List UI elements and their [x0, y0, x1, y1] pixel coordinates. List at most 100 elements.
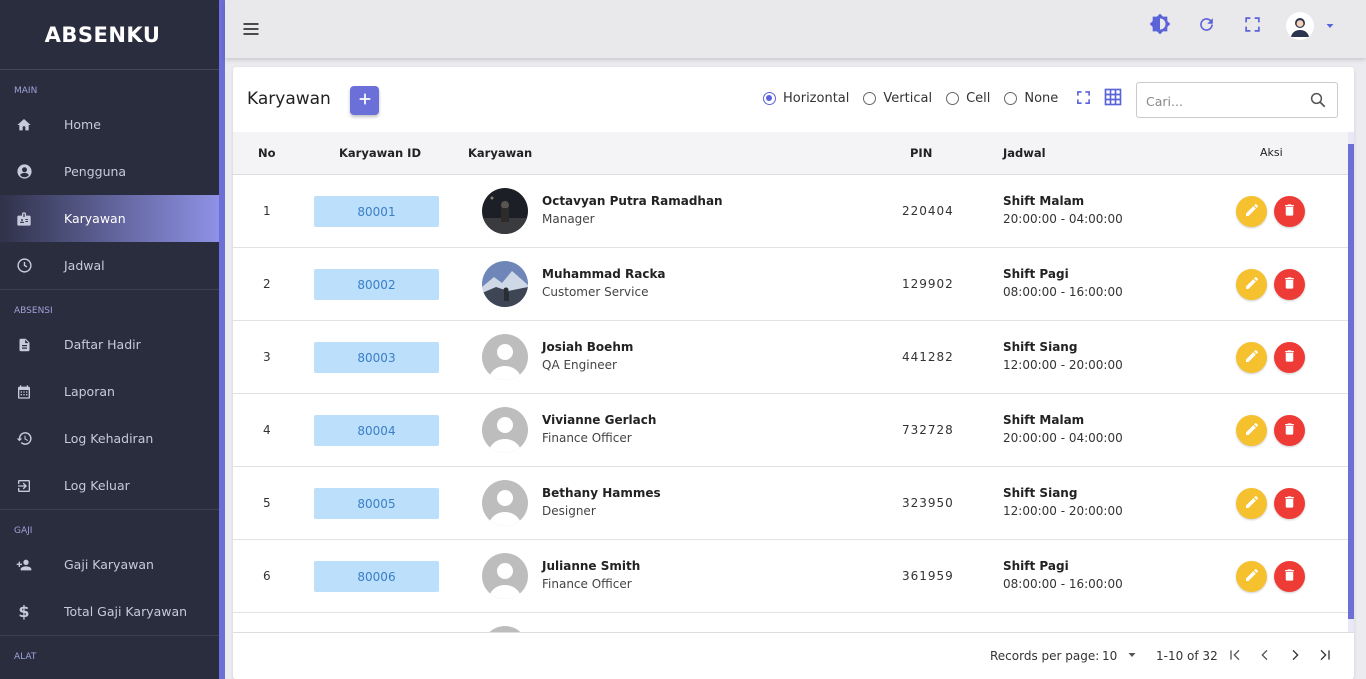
brightness-icon: [1149, 13, 1171, 39]
delete-button[interactable]: [1274, 269, 1305, 300]
employee-role: Manager: [542, 212, 595, 226]
first-page-button[interactable]: [1225, 646, 1245, 666]
edit-button[interactable]: [1236, 561, 1267, 592]
employee-avatar: [482, 261, 528, 307]
last-page-icon: [1317, 647, 1333, 666]
table-fullscreen-button[interactable]: [1073, 89, 1093, 109]
radio-cell[interactable]: Cell: [946, 91, 990, 106]
grid-lines-options: Horizontal Vertical Cell None: [763, 91, 1072, 106]
employee-id-badge: 80006: [314, 561, 439, 592]
records-per-page-select[interactable]: 10: [1102, 649, 1117, 663]
trash-icon: [1282, 494, 1297, 513]
home-icon: [14, 115, 34, 135]
chevron-left-icon: [1257, 647, 1273, 666]
sidebar-scrollbar[interactable]: [219, 0, 225, 679]
user-menu[interactable]: [1286, 12, 1336, 40]
shift-hours: 20:00:00 - 04:00:00: [1003, 431, 1123, 445]
row-number: 3: [263, 350, 271, 364]
search-input[interactable]: [1146, 92, 1296, 110]
col-header-pin[interactable]: PIN: [910, 146, 932, 160]
employee-avatar: [482, 553, 528, 599]
history-icon: [14, 429, 34, 449]
prev-page-button[interactable]: [1255, 646, 1275, 666]
sidebar-item-label: Pengguna: [64, 164, 127, 179]
employee-id-badge: 80004: [314, 415, 439, 446]
col-header-id[interactable]: Karyawan ID: [339, 146, 421, 160]
employee-avatar: [482, 334, 528, 380]
sidebar-item-karyawan[interactable]: Karyawan: [0, 195, 219, 242]
badge-icon: [14, 209, 34, 229]
shift-name: Shift Malam: [1003, 194, 1085, 208]
trash-icon: [1282, 421, 1297, 440]
table-row: 1 80001 Octavyan Putra Ramadhan Manager 2204…: [233, 175, 1348, 248]
edit-button[interactable]: [1236, 196, 1267, 227]
edit-button[interactable]: [1236, 269, 1267, 300]
account-circle-icon: [14, 162, 34, 182]
search-icon[interactable]: [1309, 91, 1327, 109]
radio-none[interactable]: None: [1004, 91, 1058, 106]
delete-button[interactable]: [1274, 342, 1305, 373]
sidebar-item-log-kehadiran[interactable]: Log Kehadiran: [0, 415, 219, 462]
chevron-right-icon: [1287, 647, 1303, 666]
sidebar-item-label: Laporan: [64, 384, 115, 399]
col-header-no[interactable]: No: [258, 146, 276, 160]
shift-name: Shift Pagi: [1003, 267, 1069, 281]
shift-name: Shift Siang: [1003, 486, 1078, 500]
scrollbar-thumb[interactable]: [1348, 144, 1354, 619]
employee-id-badge: 80003: [314, 342, 439, 373]
refresh-button[interactable]: [1194, 14, 1218, 38]
trash-icon: [1282, 202, 1297, 221]
edit-button[interactable]: [1236, 488, 1267, 519]
employee-avatar: [482, 407, 528, 453]
sidebar-item-gaji-karyawan[interactable]: Gaji Karyawan: [0, 541, 219, 588]
shift-hours: 20:00:00 - 04:00:00: [1003, 212, 1123, 226]
menu-toggle-button[interactable]: [241, 19, 261, 39]
next-page-button[interactable]: [1285, 646, 1305, 666]
grid-view-button[interactable]: [1103, 88, 1123, 109]
delete-button[interactable]: [1274, 561, 1305, 592]
sidebar-item-total-gaji[interactable]: $ Total Gaji Karyawan: [0, 588, 219, 635]
section-label-alat: ALAT: [14, 652, 37, 662]
shift-name: Shift Malam: [1003, 413, 1085, 427]
col-header-karyawan[interactable]: Karyawan: [468, 146, 532, 160]
sidebar-item-home[interactable]: Home: [0, 101, 219, 148]
employee-pin: 361959: [902, 569, 954, 583]
delete-button[interactable]: [1274, 415, 1305, 446]
last-page-button[interactable]: [1315, 646, 1335, 666]
first-page-icon: [1227, 647, 1243, 666]
sidebar-item-log-keluar[interactable]: Log Keluar: [0, 462, 219, 509]
row-number: 2: [263, 277, 271, 291]
table-scrollbar[interactable]: [1348, 132, 1354, 632]
employee-pin: 732728: [902, 423, 954, 437]
sidebar-item-laporan[interactable]: Laporan: [0, 368, 219, 415]
chevron-down-icon[interactable]: [1126, 649, 1138, 661]
col-header-jadwal[interactable]: Jadwal: [1003, 146, 1046, 160]
delete-button[interactable]: [1274, 488, 1305, 519]
card-header: Karyawan Horizontal Vertical Cell None: [233, 67, 1354, 132]
sidebar-item-label: Log Keluar: [64, 478, 130, 493]
edit-button[interactable]: [1236, 415, 1267, 446]
shift-hours: 08:00:00 - 16:00:00: [1003, 285, 1123, 299]
chevron-down-icon: [1324, 17, 1336, 36]
employee-avatar: [482, 480, 528, 526]
sidebar-item-pengguna[interactable]: Pengguna: [0, 148, 219, 195]
fullscreen-button[interactable]: [1240, 14, 1264, 38]
sidebar-item-daftar-hadir[interactable]: Daftar Hadir: [0, 321, 219, 368]
radio-vertical[interactable]: Vertical: [863, 91, 932, 106]
person-add-icon: [14, 555, 34, 575]
radio-horizontal[interactable]: Horizontal: [763, 91, 849, 106]
records-per-page-label: Records per page:: [990, 649, 1100, 663]
sidebar-item-jadwal[interactable]: Jadwal: [0, 242, 219, 289]
employee-role: Designer: [542, 504, 596, 518]
add-employee-button[interactable]: [350, 86, 379, 115]
calendar-icon: [14, 382, 34, 402]
row-number: 5: [263, 496, 271, 510]
edit-button[interactable]: [1236, 342, 1267, 373]
sidebar-item-label: Jadwal: [64, 258, 105, 273]
theme-toggle-button[interactable]: [1148, 13, 1172, 39]
logout-icon: [14, 476, 34, 496]
trash-icon: [1282, 348, 1297, 367]
col-header-aksi: Aksi: [1260, 146, 1283, 159]
pencil-icon: [1244, 275, 1260, 294]
delete-button[interactable]: [1274, 196, 1305, 227]
